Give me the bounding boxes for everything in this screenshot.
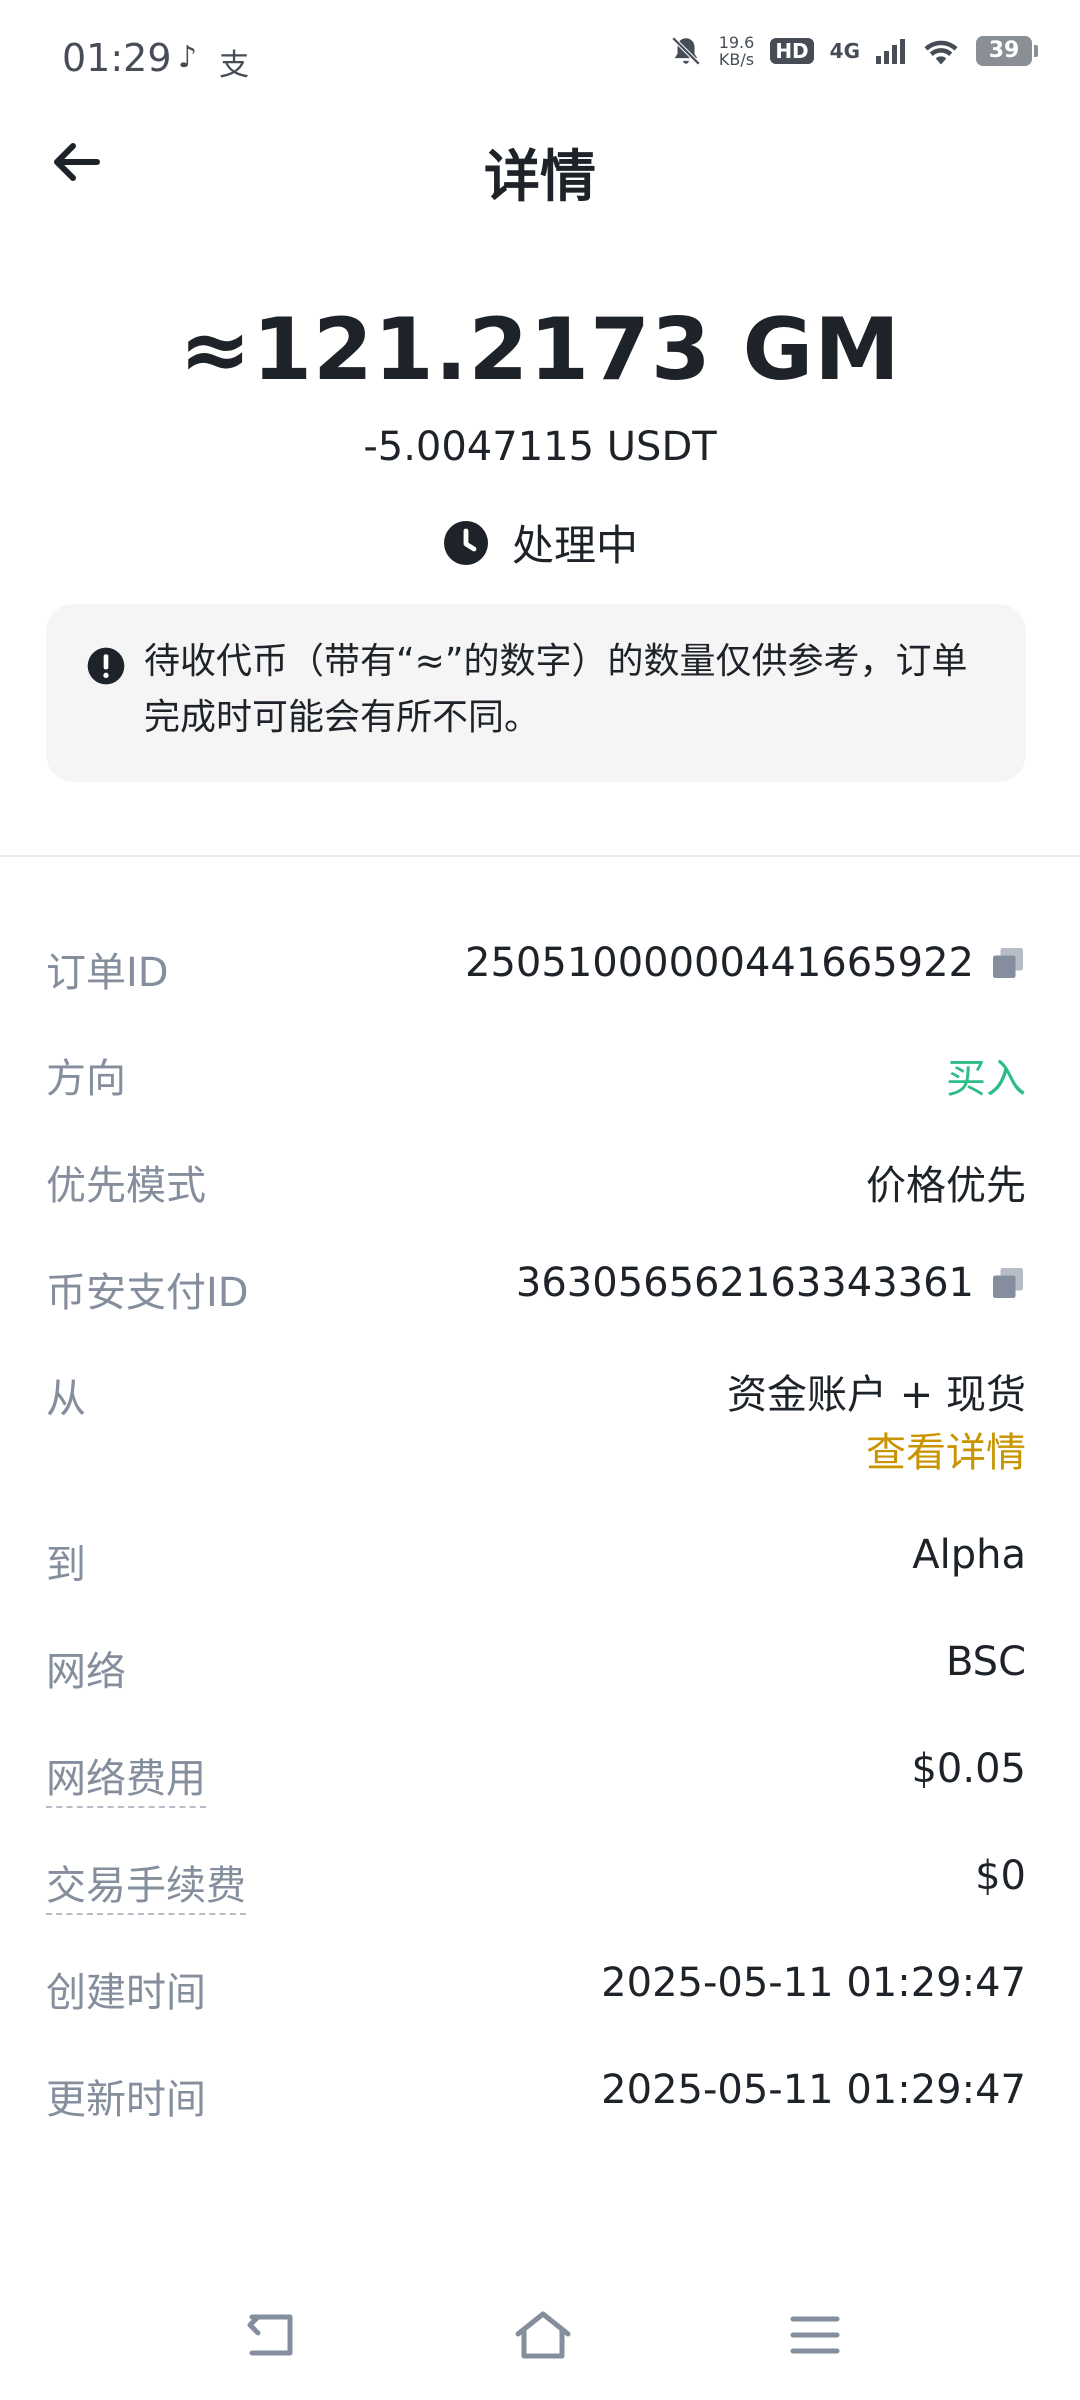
order-id-value: 250510000004416659​22 (465, 940, 974, 986)
bell-muted-icon (671, 36, 700, 66)
clock-icon (443, 520, 488, 565)
system-nav-bar (0, 2300, 1080, 2380)
network-type: 4G (829, 39, 860, 63)
updated-label: 更新时间 (46, 2077, 206, 2123)
nav-menu-button[interactable] (780, 2300, 850, 2370)
network-speed: 19.6 KB/s (719, 34, 755, 68)
divider (0, 855, 1080, 857)
created-label: 创建时间 (46, 1970, 206, 2016)
binance-pay-value: 363056562163343361 (515, 1260, 974, 1306)
binance-pay-value-wrap: 363056562163343361 (516, 1260, 1026, 1306)
to-label: 到 (46, 1542, 86, 1588)
nav-home-icon (515, 2311, 571, 2359)
network-fee-label[interactable]: 网络费用 (46, 1746, 206, 1808)
nav-back-icon (247, 2314, 293, 2356)
copy-icon[interactable] (990, 945, 1026, 981)
tiktok-icon: ♪ (178, 40, 198, 75)
direction-value: 买入 (946, 1056, 1026, 1102)
network-fee-value: $0.05 (911, 1746, 1026, 1792)
paid-amount: -5.0047115 USDT (363, 424, 717, 470)
from-label: 从 (46, 1376, 86, 1422)
trade-fee-label[interactable]: 交易手续费 (46, 1853, 246, 1915)
status-right-icons: 19.6 KB/s HD 4G 39 (669, 34, 1038, 68)
trade-fee-value: $0 (975, 1853, 1026, 1899)
from-value-wrap: 资金账户 + 现货 查看详情 (727, 1366, 1026, 1482)
notice-text: 待收代币（带有“≈”的数字）的数量仅供参考，订单完成时可能会有所不同。 (144, 641, 968, 738)
status-time: 01:29 (62, 36, 172, 80)
from-value: 资金账户 + 现货 (727, 1372, 1026, 1418)
signal-icon (876, 39, 905, 64)
speed-value: 19.6 (718, 33, 755, 52)
to-value: Alpha (912, 1532, 1026, 1578)
nav-home-button[interactable] (508, 2300, 578, 2370)
nav-menu-icon (790, 2316, 840, 2354)
network-label: 网络 (46, 1649, 126, 1695)
status-left-icons: ♪ 支 (178, 40, 249, 84)
direction-label: 方向 (46, 1056, 126, 1102)
hd-badge: HD (770, 38, 814, 64)
binance-pay-label: 币安支付ID (46, 1270, 249, 1316)
receive-amount: ≈121.2173 GM (179, 300, 901, 400)
updated-value: 2025-05-11 01:29:47 (601, 2067, 1026, 2113)
status-text: 处理中 (511, 521, 638, 570)
network-value: BSC (945, 1639, 1026, 1685)
nav-back-button[interactable] (236, 2300, 306, 2370)
battery-indicator: 39 (976, 36, 1038, 66)
order-id-value-wrap: 250510000004416659​22 (465, 940, 1026, 986)
priority-label: 优先模式 (46, 1163, 206, 1209)
alert-icon (87, 647, 125, 685)
priority-value: 价格优先 (866, 1163, 1026, 1209)
created-value: 2025-05-11 01:29:47 (601, 1960, 1026, 2006)
notice-box: 待收代币（带有“≈”的数字）的数量仅供参考，订单完成时可能会有所不同。 (46, 604, 1026, 782)
wifi-icon (924, 40, 958, 65)
order-id-label: 订单ID (46, 950, 169, 996)
header: 详情 (0, 118, 1080, 210)
status-bar: 01:29 ♪ 支 19.6 KB/s HD 4G 39 (0, 0, 1080, 118)
order-status: 处理中 (0, 512, 1080, 573)
page-title: 详情 (484, 145, 596, 210)
view-details-link[interactable]: 查看详情 (727, 1424, 1026, 1482)
alipay-icon: 支 (219, 48, 250, 83)
speed-unit: KB/s (718, 50, 755, 69)
copy-icon[interactable] (990, 1265, 1026, 1301)
